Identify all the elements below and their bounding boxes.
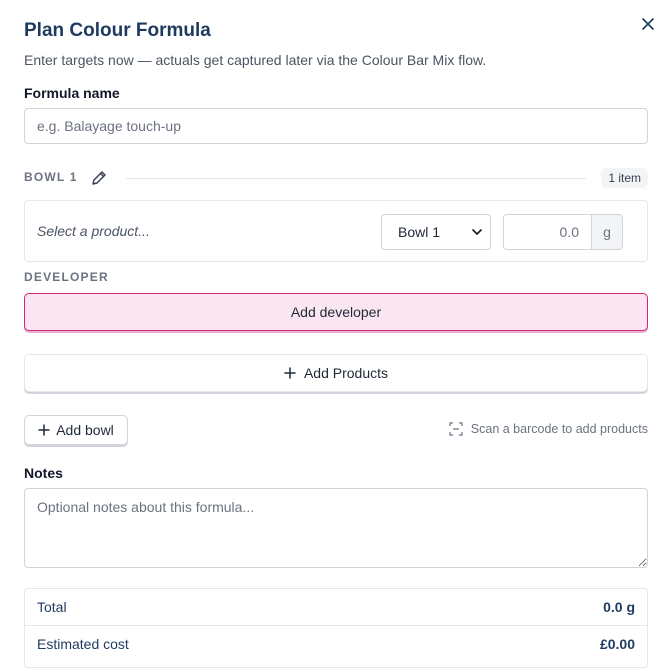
barcode-scan-icon [449,422,463,436]
bowl-divider [126,178,586,179]
pencil-icon [92,171,106,185]
formula-name-label: Formula name [24,85,120,101]
edit-bowl-button[interactable] [90,169,108,187]
bowl-header: BOWL 1 1 item [24,168,648,188]
scan-hint-text: Scan a barcode to add products [470,422,648,436]
item-count-badge: 1 item [601,168,648,188]
bowl-select-value: Bowl 1 [398,224,441,240]
plus-icon [284,367,296,379]
scan-barcode-hint[interactable]: Scan a barcode to add products [449,422,648,436]
estimated-cost-row: Estimated cost £0.00 [37,626,635,662]
estimated-cost-value: £0.00 [599,636,635,652]
unit-label: g [591,214,623,250]
add-bowl-button[interactable]: Add bowl [24,415,128,445]
chevron-down-icon [472,229,482,235]
product-row: Select a product... Bowl 1 0.0 g [24,200,648,262]
notes-label: Notes [24,465,63,481]
quantity-input[interactable]: 0.0 [503,214,591,250]
plus-icon [38,424,50,436]
dialog-subtitle: Enter targets now — actuals get captured… [24,52,487,68]
bowl-select[interactable]: Bowl 1 [381,214,491,250]
close-icon [642,18,654,30]
add-bowl-label: Add bowl [56,422,114,438]
product-select[interactable]: Select a product... [37,223,150,239]
total-label: Total [37,599,67,615]
add-developer-label: Add developer [290,304,382,320]
bowl-title: BOWL 1 [24,170,78,184]
dialog-title: Plan Colour Formula [24,20,211,41]
close-button[interactable] [638,14,658,34]
total-row: Total 0.0 g [37,589,635,625]
add-developer-button[interactable]: Add developer [24,293,648,331]
total-value: 0.0 g [603,599,635,615]
formula-name-input[interactable] [24,108,648,144]
developer-section-label: DEVELOPER [24,270,109,284]
summary-panel: Total 0.0 g Estimated cost £0.00 [24,588,648,668]
estimated-cost-label: Estimated cost [37,636,129,652]
add-products-label: Add Products [303,365,389,381]
add-products-button[interactable]: Add Products [24,354,648,392]
notes-textarea[interactable] [24,488,648,568]
plan-colour-formula-dialog: Plan Colour Formula Enter targets now — … [0,0,672,668]
